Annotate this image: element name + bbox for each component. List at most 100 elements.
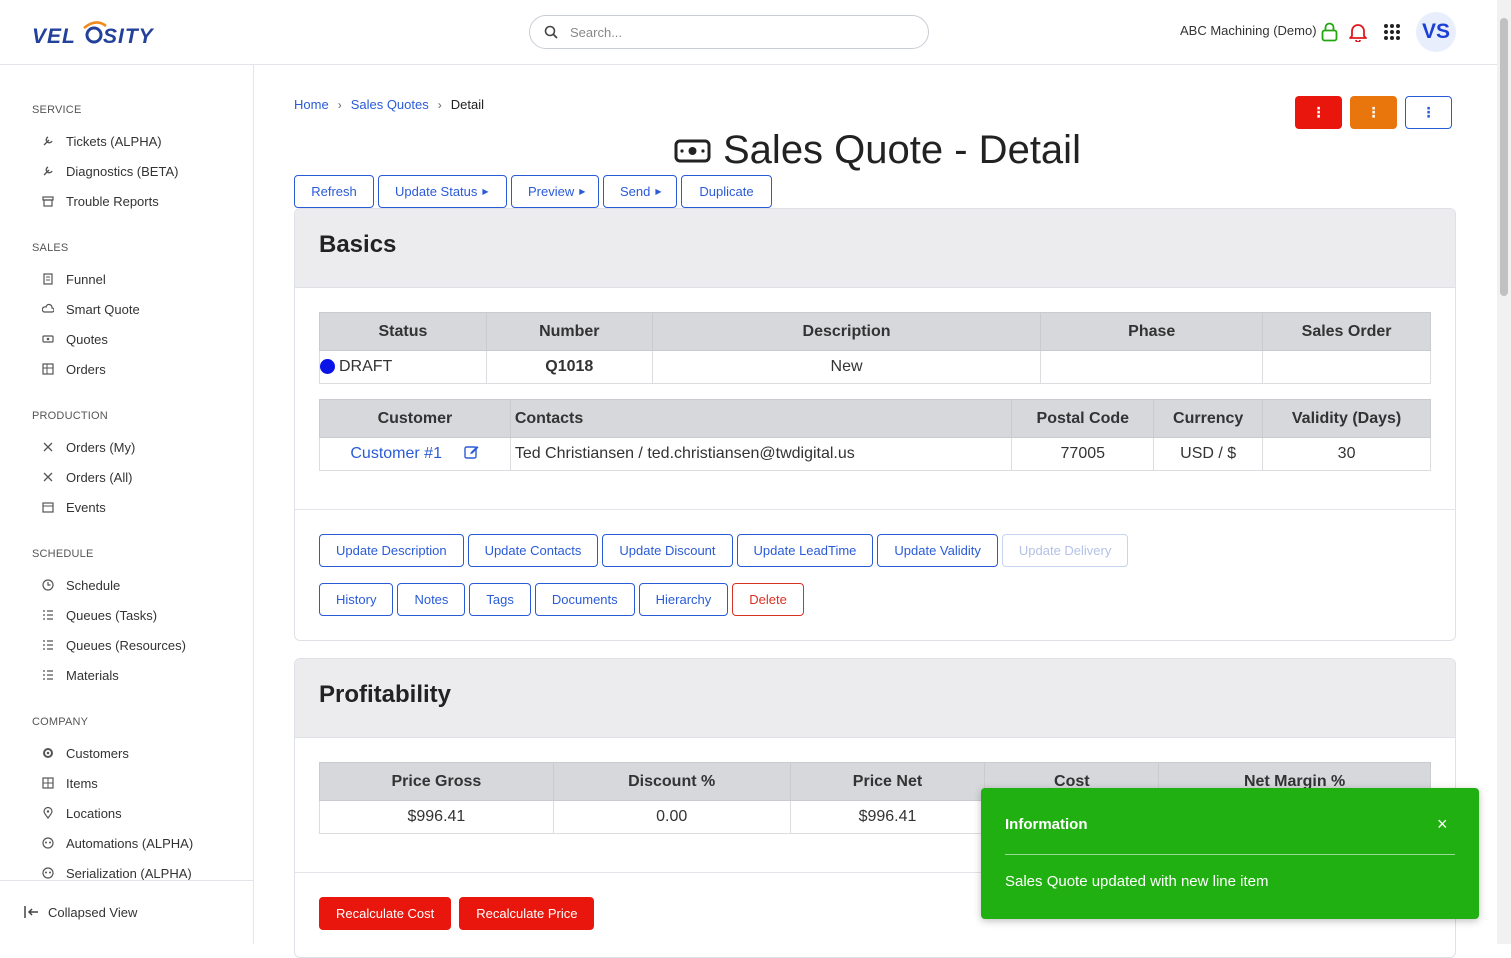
red-actions-menu-button[interactable]: ⋮ [1295,96,1342,129]
col-header-phase: Phase [1040,312,1264,351]
breadcrumb: Home › Sales Quotes › Detail [294,97,484,112]
status-dot-icon [320,359,335,375]
basics-header: Basics [295,209,1455,288]
collapsed-view-label: Collapsed View [48,905,138,920]
delete-button[interactable]: Delete [732,583,804,616]
lock-icon[interactable] [1321,22,1338,42]
breadcrumb-current: Detail [450,97,484,112]
sidebar-item-events[interactable]: Events [42,497,106,517]
sidebar-item-label: Customers [66,745,129,761]
caret-right-icon: ▶ [655,187,662,196]
col-header-validity: Validity (Days) [1262,399,1431,438]
velocity-logo[interactable]: VEL SITY [32,16,157,50]
col-header-postal-code: Postal Code [1011,399,1155,438]
close-icon[interactable]: × [1437,814,1448,835]
notes-button[interactable]: Notes [397,583,466,616]
refresh-button[interactable]: Refresh [294,175,374,208]
sidebar-item-queues-resources[interactable]: Queues (Resources) [42,635,186,655]
sidebar-item-orders-my[interactable]: Orders (My) [42,437,135,457]
sidebar-item-schedule[interactable]: Schedule [42,575,120,595]
update-discount-button[interactable]: Update Discount [602,534,733,567]
robot-icon [42,867,54,879]
duplicate-button[interactable]: Duplicate [681,175,772,208]
update-validity-button[interactable]: Update Validity [877,534,998,567]
sidebar-item-smart-quote[interactable]: Smart Quote [42,299,140,319]
search-box[interactable] [529,15,929,49]
sidebar-item-label: Quotes [66,331,108,347]
recalculate-price-button[interactable]: Recalculate Price [459,897,595,930]
user-avatar[interactable]: VS [1416,12,1456,52]
sidebar-item-label: Diagnostics (BETA) [66,163,179,179]
hierarchy-button[interactable]: Hierarchy [638,583,729,616]
more-actions-menu-button[interactable]: ⋮ [1405,96,1452,129]
preview-button[interactable]: Preview ▶ [511,175,599,208]
search-input[interactable] [570,22,910,42]
documents-button[interactable]: Documents [534,583,635,616]
sidebar-item-items[interactable]: Items [42,773,98,793]
col-header-discount: Discount % [552,762,791,801]
preview-label: Preview [528,184,575,199]
money-icon [674,139,711,162]
sidebar-item-label: Automations (ALPHA) [66,835,194,851]
send-label: Send [620,184,651,199]
send-button[interactable]: Send ▶ [603,175,677,208]
update-status-button[interactable]: Update Status ▶ [378,175,507,208]
sidebar-item-diagnostics[interactable]: Diagnostics (BETA) [42,161,178,181]
basics-detail-buttons: History Notes Tags Documents Hierarchy D… [319,583,808,616]
building-icon [42,273,54,285]
update-contacts-button[interactable]: Update Contacts [467,534,599,567]
toast-message: Sales Quote updated with new line item [1005,873,1269,890]
apps-grid-icon[interactable] [1383,23,1401,41]
sidebar-item-customers[interactable]: Customers [42,743,129,763]
col-header-status: Status [319,312,487,351]
tools-icon [42,471,54,483]
bell-icon[interactable] [1349,22,1367,42]
company-name[interactable]: ABC Machining (Demo) [1180,23,1317,38]
sidebar-item-automations[interactable]: Automations (ALPHA) [42,833,193,853]
tags-button[interactable]: Tags [469,583,531,616]
sidebar-item-trouble-reports[interactable]: Trouble Reports [42,191,159,211]
sidebar-item-label: Queues (Tasks) [66,607,158,623]
customer-cell: Customer #1 [319,437,511,471]
description-value: New [651,350,1042,384]
caret-right-icon: ▶ [579,187,586,196]
collapsed-view-toggle[interactable]: Collapsed View [0,880,253,944]
sidebar-section-service: SERVICE [32,104,82,116]
update-leadtime-button[interactable]: Update LeadTime [736,534,874,567]
status-value: DRAFT [339,358,393,375]
breadcrumb-home[interactable]: Home [294,97,329,112]
sidebar-item-quotes[interactable]: Quotes [42,329,108,349]
basics-title: Basics [319,231,397,258]
sidebar-item-orders[interactable]: Orders [42,359,106,379]
sales-order-value [1262,350,1431,384]
col-header-contacts: Contacts [509,399,1013,438]
postal-code-value: 77005 [1011,437,1155,471]
update-description-button[interactable]: Update Description [319,534,464,567]
sidebar-item-label: Smart Quote [66,301,140,317]
recalculate-cost-button[interactable]: Recalculate Cost [319,897,452,930]
scrollbar-thumb[interactable] [1500,18,1508,296]
customer-link[interactable]: Customer #1 [350,445,442,462]
sidebar-item-materials[interactable]: Materials [42,665,119,685]
top-bar: VEL SITY ABC Machining (Demo) VS [0,0,1497,65]
basics-table-status: Status Number Description Phase Sales Or… [319,312,1431,384]
basics-divider [295,509,1455,510]
orange-actions-menu-button[interactable]: ⋮ [1350,96,1397,129]
sidebar-item-queues-tasks[interactable]: Queues (Tasks) [42,605,157,625]
breadcrumb-sales-quotes[interactable]: Sales Quotes [351,97,429,112]
sidebar-item-label: Events [66,499,106,515]
svg-text:SITY: SITY [103,25,155,48]
history-button[interactable]: History [319,583,394,616]
sidebar-section-company: COMPANY [32,716,89,728]
price-gross-value: $996.41 [319,800,554,834]
basics-update-buttons: Update Description Update Contacts Updat… [319,534,1132,567]
sidebar-item-label: Orders (My) [66,439,136,455]
sidebar-item-orders-all[interactable]: Orders (All) [42,467,132,487]
sidebar-item-locations[interactable]: Locations [42,803,122,823]
edit-icon[interactable] [464,445,479,460]
sidebar-item-label: Orders [66,361,106,377]
col-header-sales-order: Sales Order [1262,312,1431,351]
sidebar-item-funnel[interactable]: Funnel [42,269,106,289]
sidebar-item-label: Schedule [66,577,121,593]
sidebar-item-tickets[interactable]: Tickets (ALPHA) [42,131,162,151]
